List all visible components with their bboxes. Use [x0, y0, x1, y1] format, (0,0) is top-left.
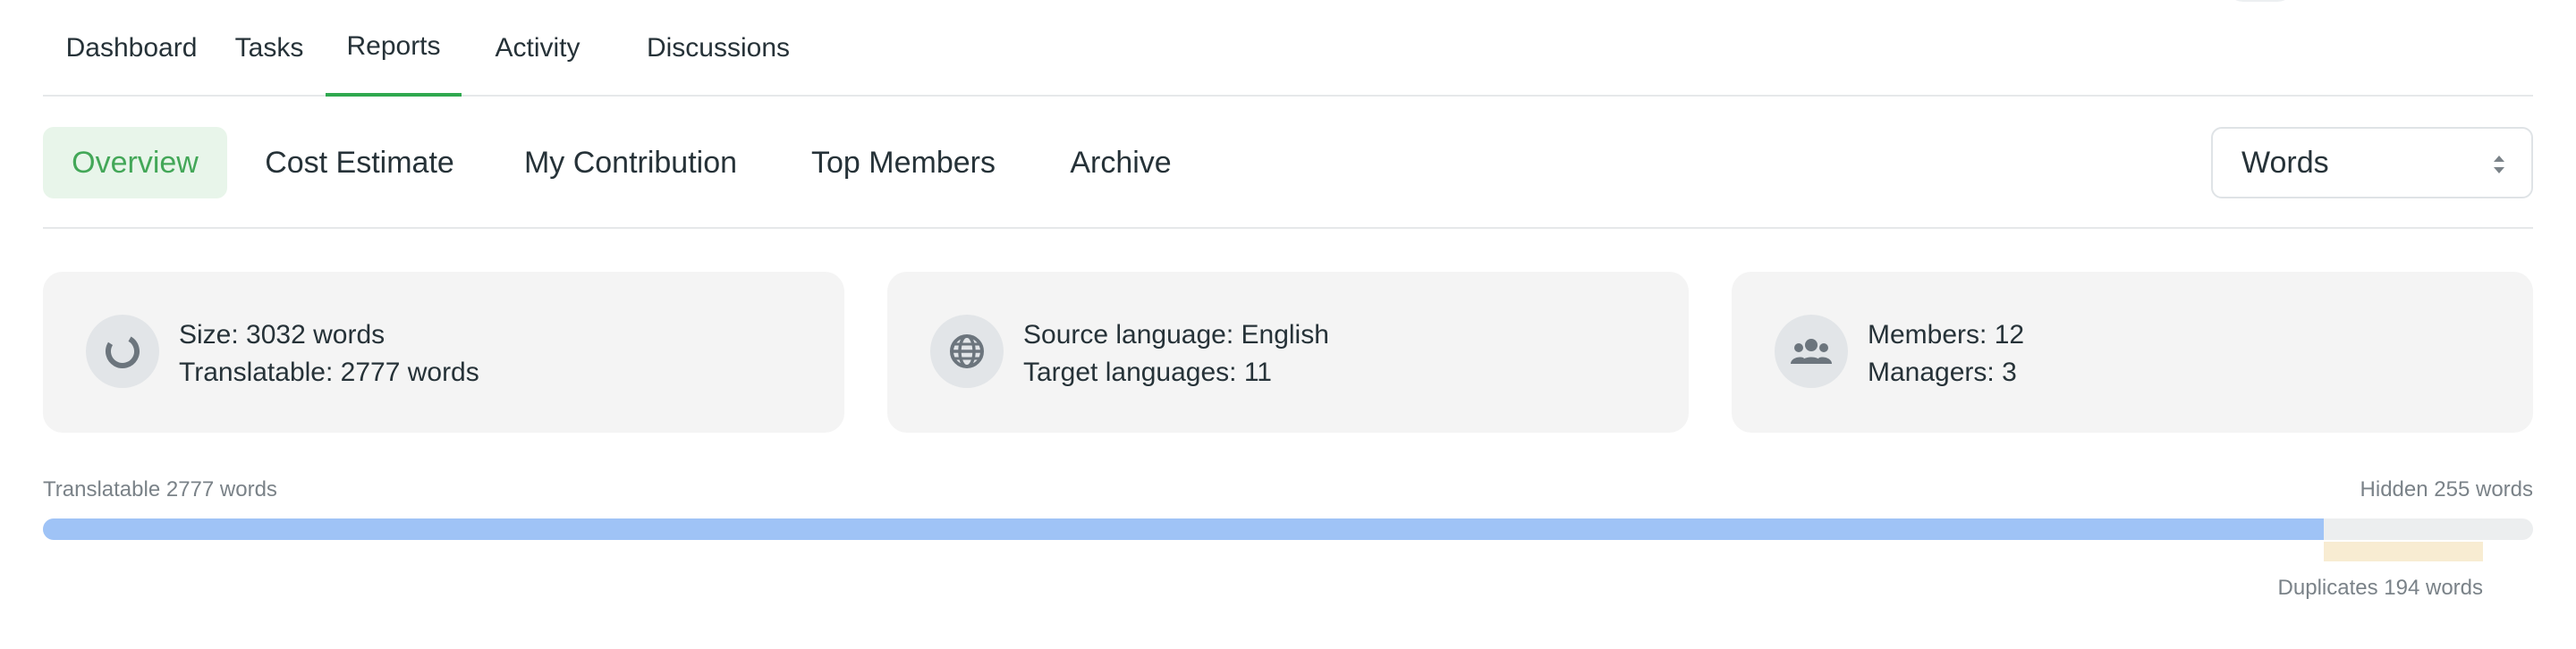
translatable-label: Translatable 2777 words: [43, 477, 277, 502]
tab-reports[interactable]: Reports: [326, 0, 462, 97]
managers-value: Managers: 3: [1868, 358, 2017, 387]
unit-select[interactable]: Words: [2211, 127, 2533, 198]
users-icon: [1775, 315, 1848, 388]
sub-tab-top-members[interactable]: Top Members: [787, 127, 1020, 198]
members-value: Members: 12: [1868, 320, 2025, 350]
sub-tab-overview[interactable]: Overview: [43, 127, 227, 198]
translatable-fill: [43, 518, 2324, 540]
size-card-text: Size: 3032 words Translatable: 2777 word…: [179, 316, 479, 392]
duplicates-label: Duplicates 194 words: [2277, 576, 2483, 600]
globe-icon: [930, 315, 1004, 388]
size-card: Size: 3032 words Translatable: 2777 word…: [43, 272, 844, 433]
tab-dashboard[interactable]: Dashboard: [43, 0, 220, 97]
tab-tasks[interactable]: Tasks: [227, 0, 311, 97]
unit-select-value: Words: [2241, 145, 2329, 180]
languages-card: Source language: English Target language…: [887, 272, 1689, 433]
sub-tab-cost-estimate[interactable]: Cost Estimate: [245, 127, 474, 198]
members-card-text: Members: 12 Managers: 3: [1868, 316, 2024, 392]
sub-tab-my-contribution[interactable]: My Contribution: [492, 127, 769, 198]
reports-sub-nav: Overview Cost Estimate My Contribution T…: [43, 125, 2533, 229]
members-card: Members: 12 Managers: 3: [1732, 272, 2533, 433]
languages-card-text: Source language: English Target language…: [1023, 316, 1329, 392]
translatable-value: Translatable: 2777 words: [179, 358, 479, 387]
target-languages-value: Target languages: 11: [1023, 358, 1272, 387]
sub-tab-archive[interactable]: Archive: [1038, 127, 1204, 198]
tab-discussions[interactable]: Discussions: [617, 0, 819, 97]
select-arrows-icon: [2494, 156, 2504, 173]
top-tabs: Dashboard Tasks Reports Activity Discuss…: [43, 0, 2533, 97]
hidden-label: Hidden 255 words: [2360, 477, 2533, 502]
source-language-value: Source language: English: [1023, 320, 1329, 350]
size-value: Size: 3032 words: [179, 320, 386, 350]
duplicates-bar: [2324, 542, 2483, 561]
words-progress-bar: [43, 518, 2533, 540]
tab-activity[interactable]: Activity: [470, 0, 605, 97]
pie-chart-icon: [86, 315, 159, 388]
